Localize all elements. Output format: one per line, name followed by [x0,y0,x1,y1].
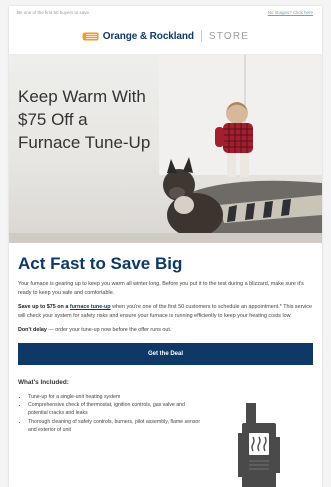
intro-paragraph: Your furnace is gearing up to keep you w… [18,281,304,296]
headline: Act Fast to Save Big [18,254,183,273]
delay-bold: Don't delay [18,327,47,333]
brand-name: Orange & Rockland [102,30,194,42]
delay-rest: — order your tune-up now before the offe… [46,327,172,333]
list-item: Comprehensive check of thermostat, ignit… [28,401,203,417]
preheader-text: Be one of the first 50 buyers to save. [17,9,91,15]
hero-title: Keep Warm With $75 Off a Furnace Tune-Up [18,87,151,152]
list-item: Tune-up for a single-unit heating system [28,393,203,401]
brand-logo[interactable]: Orange & Rockland STORE [82,30,249,42]
email-container: Be one of the first 50 buyers to save. N… [9,6,322,487]
logo-divider [200,30,202,42]
offer-paragraph: Save up to $75 on a furnace tune-up when… [18,303,313,320]
store-label: STORE [208,30,250,42]
hero-banner[interactable]: Keep Warm With $75 Off a Furnace Tune-Up [9,55,322,243]
view-online-link[interactable]: No images? Click here [268,10,313,15]
preheader: Be one of the first 50 buyers to save. N… [9,6,322,18]
included-list: Tune-up for a single-unit heating system… [18,393,203,434]
delay-paragraph: Don't delay — order your tune-up now bef… [18,326,313,335]
included-title: What's Included: [18,378,69,386]
get-the-deal-button[interactable]: Get the Deal [18,342,313,365]
orange-rockland-logo-icon [82,32,99,40]
offer-bold: Save up to $75 on a [18,304,69,310]
furnace-icon [238,403,280,487]
list-item: Thorough cleaning of safety controls, bu… [28,418,203,434]
furnace-tune-up-link[interactable]: furnace tune-up [70,304,111,310]
email-header: Orange & Rockland STORE [9,18,322,55]
